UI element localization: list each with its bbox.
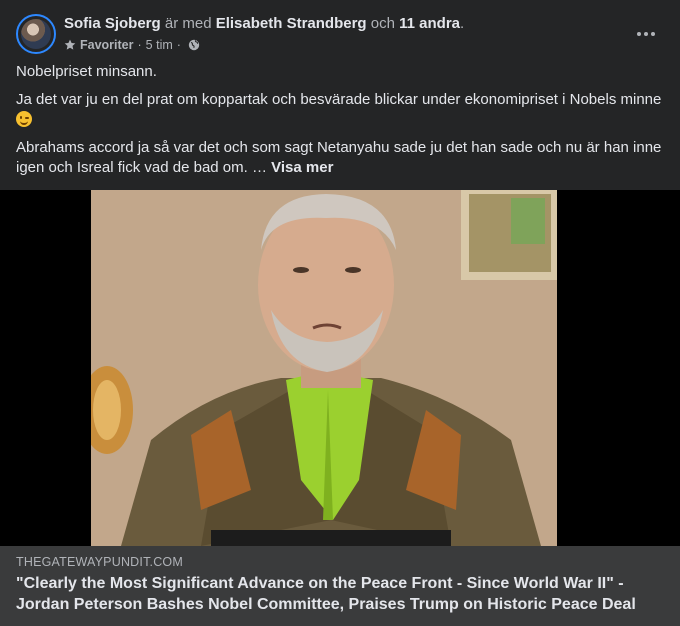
author-avatar[interactable] <box>16 14 56 54</box>
meta-separator: · <box>176 38 181 52</box>
post-photo <box>91 190 557 546</box>
more-dot <box>637 32 641 36</box>
globe-icon[interactable] <box>188 39 200 51</box>
link-preview[interactable]: THEGATEWAYPUNDIT.COM "Clearly the Most S… <box>0 546 680 626</box>
more-dot <box>651 32 655 36</box>
avatar-image <box>21 19 51 49</box>
photo-illustration <box>91 190 557 546</box>
post-text: Nobelpriset minsann. Ja det var ju en de… <box>16 62 666 186</box>
and-text: och <box>370 15 395 32</box>
post-paragraph-3: Abrahams accord ja så var det och som sa… <box>16 138 666 178</box>
post-meta: Favoriter · 5 tim · <box>64 36 624 54</box>
star-icon <box>64 39 76 50</box>
post-paragraph-2: Ja det var ju en del prat om koppartak o… <box>16 90 666 130</box>
more-options-icon[interactable] <box>628 22 664 46</box>
link-headline[interactable]: "Clearly the Most Significant Advance on… <box>16 573 666 615</box>
post-paragraph-1: Nobelpriset minsann. <box>16 63 157 80</box>
tagged-others[interactable]: 11 andra <box>399 15 460 32</box>
post-media[interactable] <box>0 190 680 546</box>
see-more-link[interactable]: Visa mer <box>271 159 333 176</box>
with-text: är med <box>164 15 212 32</box>
tagged-person[interactable]: Elisabeth Strandberg <box>216 15 367 32</box>
post-header: Sofia Sjoberg är med Elisabeth Strandber… <box>16 12 664 60</box>
post-time[interactable]: 5 tim <box>146 36 173 54</box>
post-card: Sofia Sjoberg är med Elisabeth Strandber… <box>0 0 680 626</box>
more-dot <box>644 32 648 36</box>
link-domain: THEGATEWAYPUNDIT.COM <box>16 555 183 569</box>
audience-label[interactable]: Favoriter <box>80 36 134 54</box>
post-paragraph-2-text: Ja det var ju en del prat om koppartak o… <box>16 91 662 108</box>
post-header-text: Sofia Sjoberg är med Elisabeth Strandber… <box>64 14 624 54</box>
author-line: Sofia Sjoberg är med Elisabeth Strandber… <box>64 14 624 34</box>
author-name[interactable]: Sofia Sjoberg <box>64 15 161 32</box>
winking-face-emoji <box>16 111 32 127</box>
end-punctuation: . <box>460 15 465 32</box>
meta-separator: · <box>137 38 142 52</box>
emoji-wink <box>25 117 29 119</box>
post-paragraph-3-text: Abrahams accord ja så var det och som sa… <box>16 139 662 176</box>
